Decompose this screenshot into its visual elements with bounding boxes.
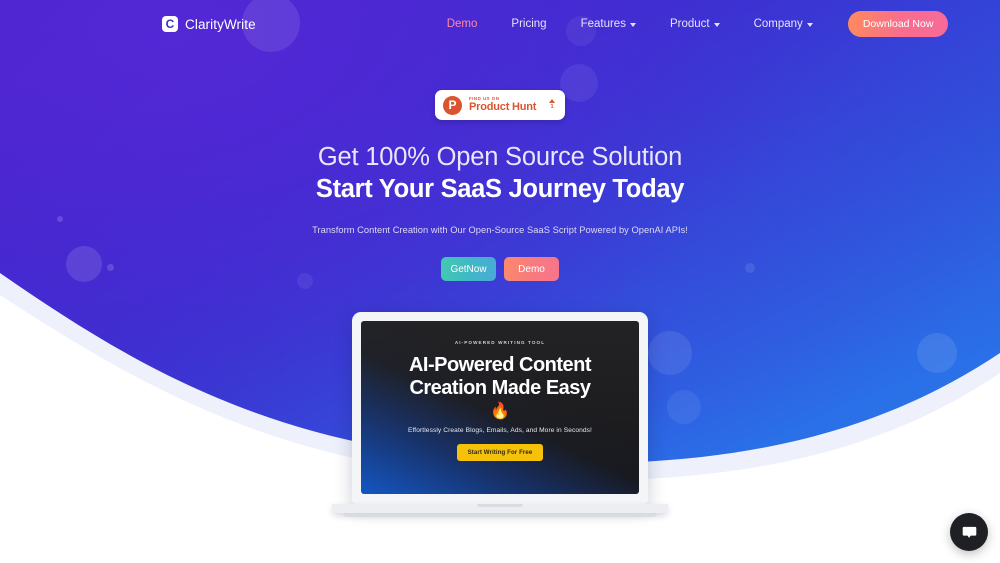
hero-subheadline: Transform Content Creation with Our Open… <box>312 225 688 236</box>
nav-item-label: Demo <box>446 18 478 30</box>
nav-item-label: Company <box>753 18 803 30</box>
hero-headline-line2: Start Your SaaS Journey Today <box>315 175 685 204</box>
chevron-down-icon <box>806 23 813 27</box>
nav-item-label: Product <box>669 18 710 30</box>
chat-widget-button[interactable] <box>950 513 988 551</box>
chevron-down-icon <box>629 23 636 27</box>
laptop-base-shadow <box>343 513 657 517</box>
nav-item-pricing[interactable]: Pricing <box>494 18 563 30</box>
product-hunt-logo-icon: P <box>443 95 462 115</box>
laptop-mockup: AI-POWERED WRITING TOOL AI-Powered Conte… <box>332 312 668 517</box>
hero-cta-row: GetNow Demo <box>0 257 1000 282</box>
brand-logo[interactable]: C ClarityWrite <box>162 16 256 32</box>
flame-icon: 🔥 <box>490 403 510 421</box>
clarity-logo-icon: C <box>162 16 178 32</box>
laptop-base <box>332 504 668 513</box>
chevron-down-icon <box>713 23 720 27</box>
nav-item-features[interactable]: Features <box>564 18 653 30</box>
upvote-count: 1 <box>550 103 554 110</box>
nav-item-label: Pricing <box>511 18 547 30</box>
product-hunt-texts: FIND US ON Product Hunt <box>469 95 537 114</box>
product-hunt-title: Product Hunt <box>469 101 537 114</box>
screen-headline-line1: AI-Powered Content <box>408 354 592 376</box>
chat-bubble-icon <box>962 526 976 538</box>
navbar: C ClarityWrite Demo Pricing Features Pro… <box>0 0 1000 48</box>
product-hunt-badge[interactable]: P FIND US ON Product Hunt 1 <box>435 90 565 120</box>
nav-item-label: Features <box>580 18 626 30</box>
laptop-lid: AI-POWERED WRITING TOOL AI-Powered Conte… <box>352 312 648 504</box>
product-hunt-vote[interactable]: 1 <box>549 99 555 110</box>
screen-headline: AI-Powered Content Creation Made Easy <box>361 354 639 399</box>
start-writing-for-free-button[interactable]: Start Writing For Free <box>456 444 544 462</box>
brand-name: ClarityWrite <box>185 16 256 32</box>
screen-headline-line2: Creation Made Easy <box>409 376 591 399</box>
nav-item-product[interactable]: Product <box>653 18 737 30</box>
upvote-arrow-icon <box>549 99 555 104</box>
laptop-screen: AI-POWERED WRITING TOOL AI-Powered Conte… <box>361 321 639 494</box>
product-hunt-eyebrow: FIND US ON <box>469 95 500 101</box>
nav-item-company[interactable]: Company <box>737 18 830 30</box>
screen-eyebrow: AI-POWERED WRITING TOOL <box>454 340 546 345</box>
nav-links: Demo Pricing Features Product Company Do… <box>430 11 949 37</box>
hero-headline-line1: Get 100% Open Source Solution <box>317 143 683 171</box>
get-now-button[interactable]: GetNow <box>441 257 496 282</box>
nav-item-demo[interactable]: Demo <box>430 18 495 30</box>
download-now-button[interactable]: Download Now <box>847 11 949 37</box>
demo-button[interactable]: Demo <box>504 257 559 282</box>
screen-subtext: Effortlessly Create Blogs, Emails, Ads, … <box>408 427 592 435</box>
